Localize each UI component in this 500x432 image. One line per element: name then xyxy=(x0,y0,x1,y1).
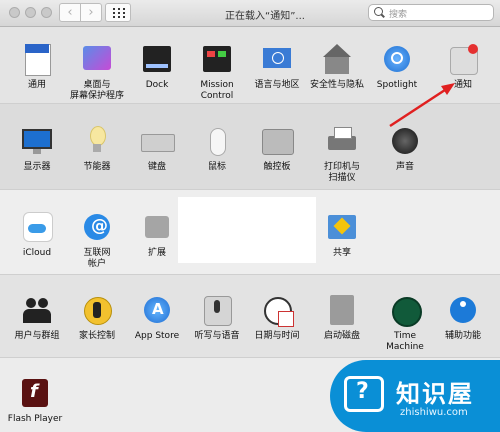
watermark-logo-icon xyxy=(344,376,384,412)
watermark-domain: zhishiwu.com xyxy=(400,407,468,418)
watermark-badge: 知识屋 zhishiwu.com xyxy=(330,360,500,432)
watermark-brand: 知识屋 xyxy=(396,380,474,408)
